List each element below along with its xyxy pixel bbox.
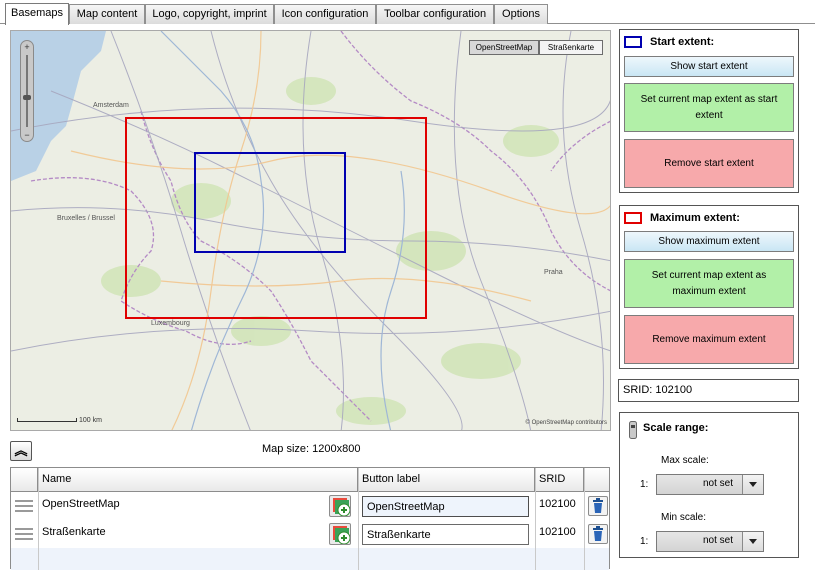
tab-icon-configuration[interactable]: Icon configuration — [274, 4, 376, 24]
scale-bar-line — [17, 418, 77, 423]
column-divider — [358, 468, 359, 570]
add-layer-button[interactable] — [329, 523, 351, 545]
table-header-drag — [11, 468, 38, 492]
map-size-label: Map size: 1200x800 — [262, 443, 361, 455]
min-scale-select[interactable]: not set — [656, 531, 764, 552]
maximum-extent-panel: Maximum extent: Show maximum extent Set … — [619, 205, 799, 369]
remove-maximum-extent-button[interactable]: Remove maximum extent — [624, 315, 794, 364]
delete-button[interactable] — [588, 496, 608, 516]
scale-range-title: Scale range: — [643, 422, 709, 434]
min-scale-value: not set — [702, 535, 733, 546]
double-chevron-up-icon: ︽ — [14, 443, 28, 458]
maximum-extent-legend-icon — [624, 212, 642, 224]
zoom-slider[interactable]: + − — [20, 40, 34, 142]
zoom-handle[interactable] — [23, 95, 31, 100]
scale-range-icon — [629, 421, 637, 439]
set-maximum-extent-button[interactable]: Set current map extent as maximum extent — [624, 259, 794, 308]
start-extent-rectangle — [194, 152, 346, 253]
max-scale-value: not set — [702, 478, 733, 489]
button-label-input[interactable] — [362, 524, 529, 545]
map-city-label: Amsterdam — [93, 102, 129, 109]
basemap-name: OpenStreetMap — [42, 498, 120, 510]
basemap-name: Straßenkarte — [42, 526, 106, 538]
zoom-out-icon[interactable]: − — [22, 130, 32, 140]
map-city-label: Praha — [544, 269, 563, 276]
max-scale-prefix: 1: — [640, 479, 649, 490]
show-maximum-extent-button[interactable]: Show maximum extent — [624, 231, 794, 252]
button-label-input[interactable] — [362, 496, 529, 517]
min-scale-prefix: 1: — [640, 536, 649, 547]
table-header-srid[interactable]: SRID — [535, 468, 584, 492]
table-header-button-label[interactable]: Button label — [358, 468, 535, 492]
add-layer-icon — [333, 498, 350, 516]
start-extent-legend-icon — [624, 36, 642, 48]
tab-basemaps[interactable]: Basemaps — [5, 3, 69, 25]
column-divider — [38, 468, 39, 570]
min-scale-label: Min scale: — [661, 512, 707, 523]
srid-cell: 102100 — [539, 526, 576, 538]
tab-options[interactable]: Options — [494, 4, 548, 24]
set-start-extent-button[interactable]: Set current map extent as start extent — [624, 83, 794, 132]
show-start-extent-button[interactable]: Show start extent — [624, 56, 794, 77]
table-header-actions — [584, 468, 610, 492]
collapse-button[interactable]: ︽ — [10, 441, 32, 461]
table-row: OpenStreetMap 102100 — [11, 492, 609, 520]
add-layer-button[interactable] — [329, 495, 351, 517]
drag-handle-icon[interactable] — [15, 528, 33, 540]
tab-bar: Basemaps Map content Logo, copyright, im… — [0, 0, 815, 25]
srid-display: SRID: 102100 — [618, 379, 799, 402]
max-scale-select[interactable]: not set — [656, 474, 764, 495]
chevron-down-icon[interactable] — [742, 475, 763, 494]
column-divider — [535, 468, 536, 570]
trash-icon — [593, 498, 603, 513]
table-row: Straßenkarte 102100 — [11, 520, 609, 548]
table-header-name[interactable]: Name — [38, 468, 358, 492]
column-divider — [584, 468, 585, 570]
remove-start-extent-button[interactable]: Remove start extent — [624, 139, 794, 188]
add-layer-icon — [333, 526, 350, 544]
scale-bar-label: 100 km — [78, 417, 102, 424]
trash-icon — [593, 526, 603, 541]
maximum-extent-title: Maximum extent: — [650, 212, 740, 224]
map-attribution: © OpenStreetMap contributors — [525, 420, 607, 426]
zoom-track — [26, 55, 28, 127]
scale-range-panel: Scale range: Max scale: 1: not set Min s… — [619, 412, 799, 558]
drag-handle-icon[interactable] — [15, 500, 33, 512]
start-extent-title: Start extent: — [650, 36, 715, 48]
basemap-switch-openstreetmap[interactable]: OpenStreetMap — [469, 40, 539, 55]
map-city-label: Bruxelles / Brussel — [57, 215, 115, 222]
map-city-label: Luxembourg — [151, 320, 190, 327]
start-extent-panel: Start extent: Show start extent Set curr… — [619, 29, 799, 193]
table-empty-row — [11, 548, 609, 570]
basemap-switch-strassenkarte[interactable]: Straßenkarte — [539, 40, 603, 55]
delete-button[interactable] — [588, 524, 608, 544]
tab-map-content[interactable]: Map content — [69, 4, 145, 24]
srid-cell: 102100 — [539, 498, 576, 510]
zoom-in-icon[interactable]: + — [22, 42, 32, 52]
basemap-table: Name Button label SRID OpenStreetMap 102… — [10, 467, 610, 570]
map-scale-bar: 100 km — [17, 417, 102, 424]
tab-logo-copyright-imprint[interactable]: Logo, copyright, imprint — [145, 4, 274, 24]
chevron-down-icon[interactable] — [742, 532, 763, 551]
tab-toolbar-configuration[interactable]: Toolbar configuration — [376, 4, 494, 24]
max-scale-label: Max scale: — [661, 455, 709, 466]
map-view[interactable]: Amsterdam Bruxelles / Brussel Luxembourg… — [10, 30, 611, 431]
